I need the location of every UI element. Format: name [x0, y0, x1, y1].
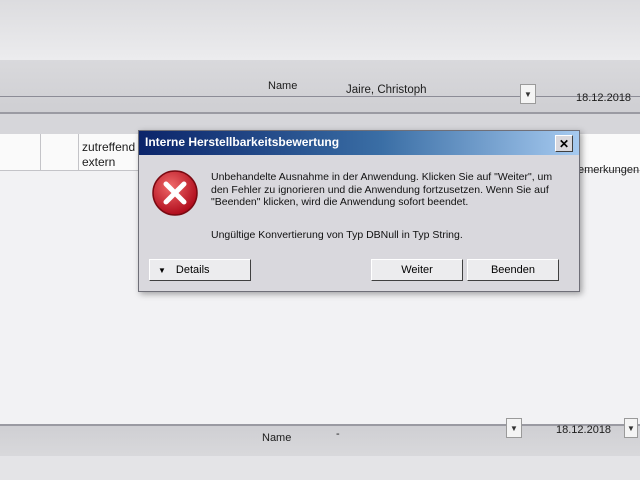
- footer-name-label: Name: [262, 432, 292, 444]
- chevron-down-icon: ▼: [510, 423, 518, 433]
- row-cell-text: extern: [82, 155, 116, 169]
- chevron-down-icon: ▼: [158, 265, 166, 275]
- date-value: 18.12.2018: [576, 92, 632, 104]
- header-rule: [0, 96, 640, 97]
- record-header-bar: [0, 60, 640, 114]
- close-button[interactable]: ✕: [555, 135, 573, 152]
- quit-button-label: Beenden: [490, 264, 536, 276]
- name-dropdown-button[interactable]: ▼: [520, 84, 536, 104]
- quit-button[interactable]: Beenden: [467, 259, 559, 281]
- name-value: Jaire, Christoph: [346, 84, 427, 96]
- dialog-title: Interne Herstellbarkeitsbewertung: [145, 135, 340, 149]
- name-label: Name: [268, 80, 298, 92]
- footer-dropdown-button-2[interactable]: ▼: [624, 418, 638, 438]
- footer-date-value: 18.12.2018: [556, 424, 612, 436]
- chevron-down-icon: ▼: [627, 423, 635, 433]
- remarks-column-label: emerkungen fü: [578, 164, 640, 176]
- app-background-bottom: [0, 456, 640, 480]
- footer-dropdown-button[interactable]: ▼: [506, 418, 522, 438]
- error-icon: [152, 170, 198, 216]
- footer-name-value: -: [336, 428, 340, 440]
- record-footer-bar: [0, 424, 640, 458]
- chevron-down-icon: ▼: [524, 89, 532, 99]
- error-detail-message: Ungültige Konvertierung von Typ DBNull i…: [211, 229, 463, 241]
- error-dialog: Interne Herstellbarkeitsbewertung ✕ Unbe…: [138, 130, 580, 292]
- row-cell-text: zutreffend: [82, 140, 136, 154]
- error-message: Unbehandelte Ausnahme in der Anwendung. …: [211, 171, 553, 208]
- app-background-top: [0, 0, 640, 60]
- dialog-titlebar[interactable]: Interne Herstellbarkeitsbewertung ✕: [139, 131, 579, 155]
- cell-divider: [40, 134, 41, 170]
- close-icon: ✕: [558, 136, 570, 151]
- cell-divider: [78, 134, 79, 170]
- continue-button-label: Weiter: [401, 264, 433, 276]
- details-button[interactable]: ▼ Details: [149, 259, 251, 281]
- details-button-label: Details: [175, 264, 210, 276]
- continue-button[interactable]: Weiter: [371, 259, 463, 281]
